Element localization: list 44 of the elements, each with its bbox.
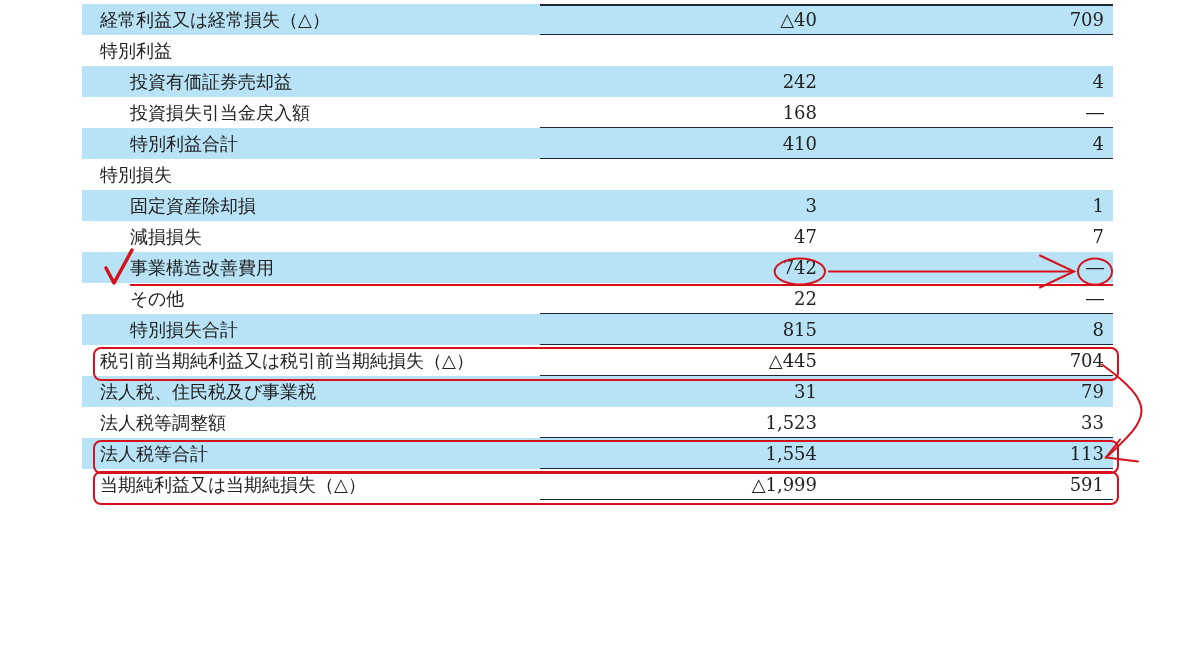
amount-text: 410 — [782, 132, 817, 155]
amount-text: 1,554 — [765, 442, 817, 465]
item-label: 税引前当期純利益又は税引前当期純損失（△） — [100, 349, 474, 372]
amount-text: 4 — [1092, 132, 1104, 155]
item-label: 特別損失 — [100, 163, 172, 186]
amount-text: 4 — [1092, 70, 1104, 93]
amount-text: 22 — [794, 287, 817, 310]
amount-text: △1,999 — [751, 473, 817, 496]
item-label: 投資有価証券売却益 — [130, 70, 292, 93]
amount-text: 8 — [1092, 318, 1104, 341]
amount-text: △445 — [768, 349, 817, 372]
amount-text: 113 — [1069, 442, 1104, 465]
item-label: 法人税等合計 — [100, 442, 208, 465]
amount-text: 47 — [794, 225, 817, 248]
amount-text: 33 — [1081, 411, 1104, 434]
amount-text: 591 — [1069, 473, 1104, 496]
amount-text: 704 — [1069, 349, 1104, 372]
amount-text: ― — [1086, 101, 1104, 124]
amount-text: 7 — [1092, 225, 1104, 248]
amount-text: 742 — [782, 256, 817, 279]
item-label: 投資損失引当金戻入額 — [130, 101, 310, 124]
item-label: 法人税、住民税及び事業税 — [100, 380, 316, 403]
amount-text: 709 — [1069, 8, 1104, 31]
amount-text: 168 — [782, 101, 817, 124]
item-label: 特別利益合計 — [130, 132, 238, 155]
amount-text: 242 — [782, 70, 817, 93]
amount-text: 3 — [805, 194, 817, 217]
amount-text: ― — [1086, 287, 1104, 310]
amount-text: △40 — [780, 8, 817, 31]
amount-text: 1 — [1092, 194, 1104, 217]
item-label: 特別利益 — [100, 39, 172, 62]
item-label: 特別損失合計 — [130, 318, 238, 341]
amount-text: 815 — [782, 318, 817, 341]
item-label: 法人税等調整額 — [100, 411, 226, 434]
amount-text: 1,523 — [765, 411, 817, 434]
amount-text: ― — [1086, 256, 1104, 279]
amount-text: 79 — [1081, 380, 1104, 403]
item-label: 減損損失 — [130, 225, 202, 248]
item-label: 経常利益又は経常損失（△） — [100, 8, 330, 31]
item-label: 事業構造改善費用 — [130, 256, 274, 279]
item-label: 固定資産除却損 — [130, 194, 256, 217]
item-label: 当期純利益又は当期純損失（△） — [100, 473, 366, 496]
amount-text: 31 — [794, 380, 817, 403]
item-label: その他 — [130, 287, 184, 310]
